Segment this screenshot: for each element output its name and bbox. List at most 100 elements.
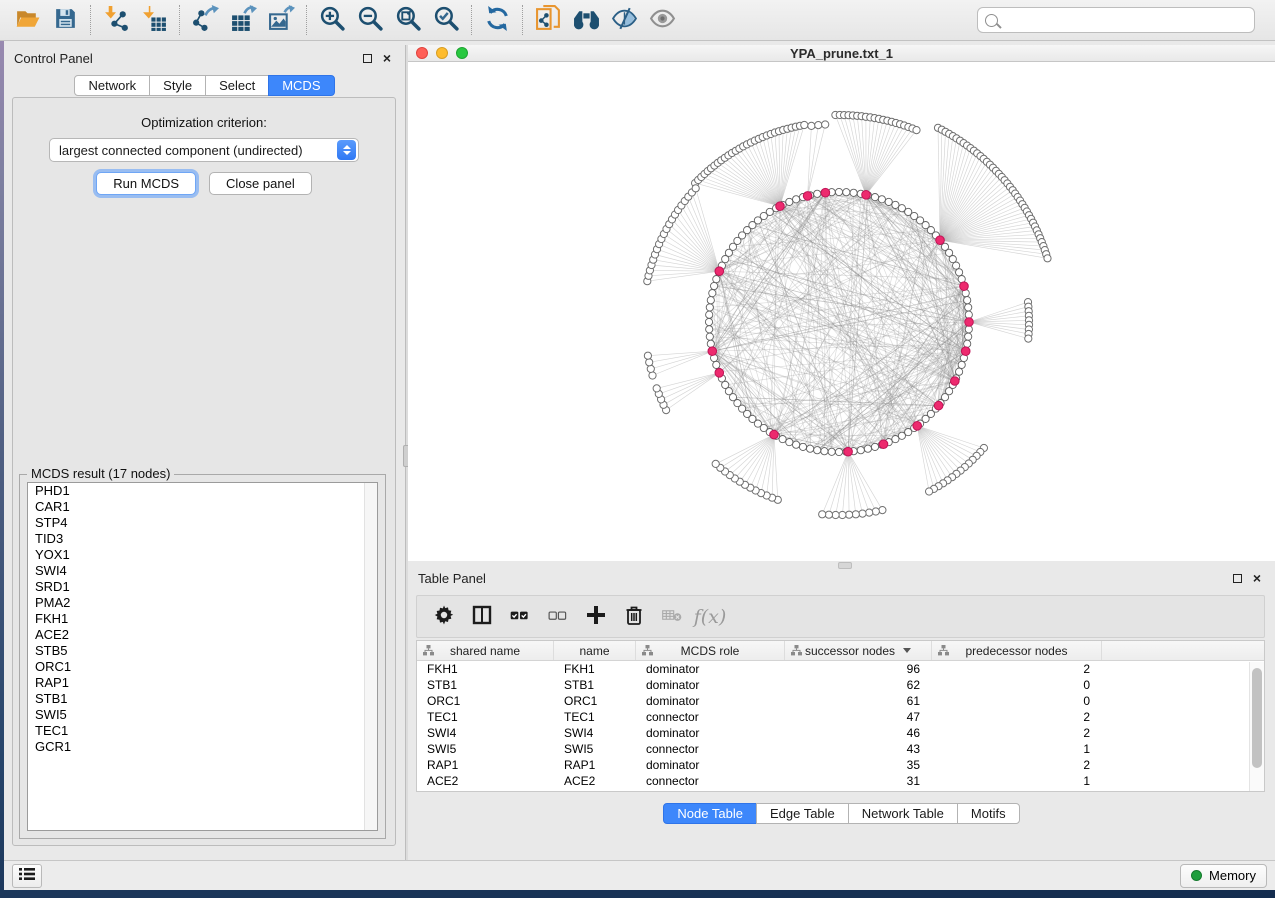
hide-selected-button[interactable]: [605, 3, 643, 37]
table-row[interactable]: ORC1ORC1dominator610: [417, 693, 1264, 709]
zoom-fit-button[interactable]: [389, 3, 427, 37]
mcds-result-item[interactable]: GCR1: [28, 739, 377, 755]
mcds-result-item[interactable]: CAR1: [28, 499, 377, 515]
network-canvas[interactable]: [408, 62, 1275, 561]
table-row[interactable]: ACE2ACE2connector311: [417, 773, 1264, 789]
table-settings-button[interactable]: [427, 600, 461, 634]
tab-select[interactable]: Select: [205, 75, 269, 96]
delete-column-button[interactable]: [617, 600, 651, 634]
cell-empty: [1102, 677, 1264, 693]
cell-predecessor-nodes: 1: [932, 773, 1102, 789]
column-header-MCDS-role[interactable]: MCDS role: [636, 641, 785, 660]
column-header-predecessor-nodes[interactable]: predecessor nodes: [932, 641, 1102, 660]
import-network-button[interactable]: [97, 3, 135, 37]
export-image-button[interactable]: [262, 3, 300, 37]
cell-MCDS-role: connector: [636, 789, 785, 792]
horizontal-splitter-handle[interactable]: [838, 562, 852, 569]
cell-successor-nodes: 29: [785, 789, 932, 792]
function-builder-button[interactable]: f(x): [693, 600, 727, 634]
run-mcds-button[interactable]: Run MCDS: [96, 172, 196, 195]
cell-empty: [1102, 661, 1264, 677]
select-all-checks-button[interactable]: [503, 600, 537, 634]
column-header-name[interactable]: name: [554, 641, 636, 660]
mcds-result-item[interactable]: PHD1: [28, 483, 377, 499]
table-row[interactable]: STB1STB1dominator620: [417, 677, 1264, 693]
save-session-button[interactable]: [46, 3, 84, 37]
mcds-list-scrollbar[interactable]: [364, 483, 377, 830]
tab-network[interactable]: Network: [74, 75, 150, 96]
export-table-button[interactable]: [224, 3, 262, 37]
mcds-result-item[interactable]: STB1: [28, 691, 377, 707]
import-table-icon: [141, 5, 168, 35]
mcds-result-item[interactable]: SRD1: [28, 579, 377, 595]
tab-network-table[interactable]: Network Table: [848, 803, 958, 824]
float-panel-button[interactable]: [359, 50, 375, 66]
table-row[interactable]: YOX1YOX1connector291: [417, 789, 1264, 792]
memory-button[interactable]: Memory: [1180, 864, 1267, 888]
zoom-in-button[interactable]: [313, 3, 351, 37]
status-menu-button[interactable]: [12, 864, 42, 888]
float-table-panel-button[interactable]: [1229, 570, 1245, 586]
mcds-result-item[interactable]: SWI4: [28, 563, 377, 579]
tab-edge-table[interactable]: Edge Table: [756, 803, 849, 824]
close-icon: ×: [1253, 571, 1261, 585]
mcds-result-item[interactable]: STP4: [28, 515, 377, 531]
toggle-columns-button[interactable]: [465, 600, 499, 634]
mcds-result-item[interactable]: TID3: [28, 531, 377, 547]
show-all-button[interactable]: [643, 3, 681, 37]
memory-label: Memory: [1209, 868, 1256, 883]
mcds-result-item[interactable]: STB5: [28, 643, 377, 659]
mcds-result-groupbox: MCDS result (17 nodes) PHD1CAR1STP4TID3Y…: [19, 467, 386, 839]
close-panel-button[interactable]: ×: [379, 50, 395, 66]
table-scrollbar-thumb[interactable]: [1252, 668, 1262, 768]
toolbar-separator: [179, 5, 180, 35]
table-scrollbar[interactable]: [1249, 662, 1264, 791]
zoom-out-button[interactable]: [351, 3, 389, 37]
mcds-result-item[interactable]: SWI5: [28, 707, 377, 723]
mcds-result-title: MCDS result (17 nodes): [27, 466, 174, 481]
cell-MCDS-role: dominator: [636, 677, 785, 693]
search-input[interactable]: [1004, 13, 1247, 28]
mcds-result-item[interactable]: TEC1: [28, 723, 377, 739]
table-row[interactable]: TEC1TEC1connector472: [417, 709, 1264, 725]
cell-name: RAP1: [554, 757, 636, 773]
close-panel-action-button[interactable]: Close panel: [209, 172, 312, 195]
cell-successor-nodes: 31: [785, 773, 932, 789]
tab-node-table[interactable]: Node Table: [663, 803, 757, 824]
add-column-button[interactable]: [579, 600, 613, 634]
tab-mcds[interactable]: MCDS: [268, 75, 334, 96]
close-table-panel-button[interactable]: ×: [1249, 570, 1265, 586]
cell-successor-nodes: 46: [785, 725, 932, 741]
open-file-button[interactable]: [8, 3, 46, 37]
mcds-result-item[interactable]: ORC1: [28, 659, 377, 675]
table-row[interactable]: FKH1FKH1dominator962: [417, 661, 1264, 677]
column-label: shared name: [450, 644, 520, 658]
network-doc-button[interactable]: [529, 3, 567, 37]
tab-motifs[interactable]: Motifs: [957, 803, 1020, 824]
table-row[interactable]: SWI4SWI4dominator462: [417, 725, 1264, 741]
network-window-titlebar[interactable]: YPA_prune.txt_1: [408, 45, 1275, 62]
refresh-button[interactable]: [478, 3, 516, 37]
sort-descending-icon: [903, 648, 911, 653]
export-network-button[interactable]: [186, 3, 224, 37]
tab-style[interactable]: Style: [149, 75, 206, 96]
mcds-result-item[interactable]: YOX1: [28, 547, 377, 563]
column-header-successor-nodes[interactable]: successor nodes: [785, 641, 932, 660]
table-row[interactable]: RAP1RAP1dominator352: [417, 757, 1264, 773]
criterion-select[interactable]: largest connected component (undirected): [49, 138, 359, 162]
table-row[interactable]: SWI5SWI5connector431: [417, 741, 1264, 757]
column-header-shared-name[interactable]: shared name: [417, 641, 554, 660]
column-label: predecessor nodes: [965, 644, 1067, 658]
toolbar-separator: [90, 5, 91, 35]
cell-predecessor-nodes: 2: [932, 709, 1102, 725]
mcds-result-item[interactable]: RAP1: [28, 675, 377, 691]
zoom-selected-button[interactable]: [427, 3, 465, 37]
deselect-all-checks-button[interactable]: [541, 600, 575, 634]
mcds-result-item[interactable]: PMA2: [28, 595, 377, 611]
delete-table-button[interactable]: [655, 600, 689, 634]
control-panel-header: Control Panel ×: [4, 45, 405, 69]
mcds-result-item[interactable]: FKH1: [28, 611, 377, 627]
find-button[interactable]: [567, 3, 605, 37]
mcds-result-item[interactable]: ACE2: [28, 627, 377, 643]
import-table-button[interactable]: [135, 3, 173, 37]
